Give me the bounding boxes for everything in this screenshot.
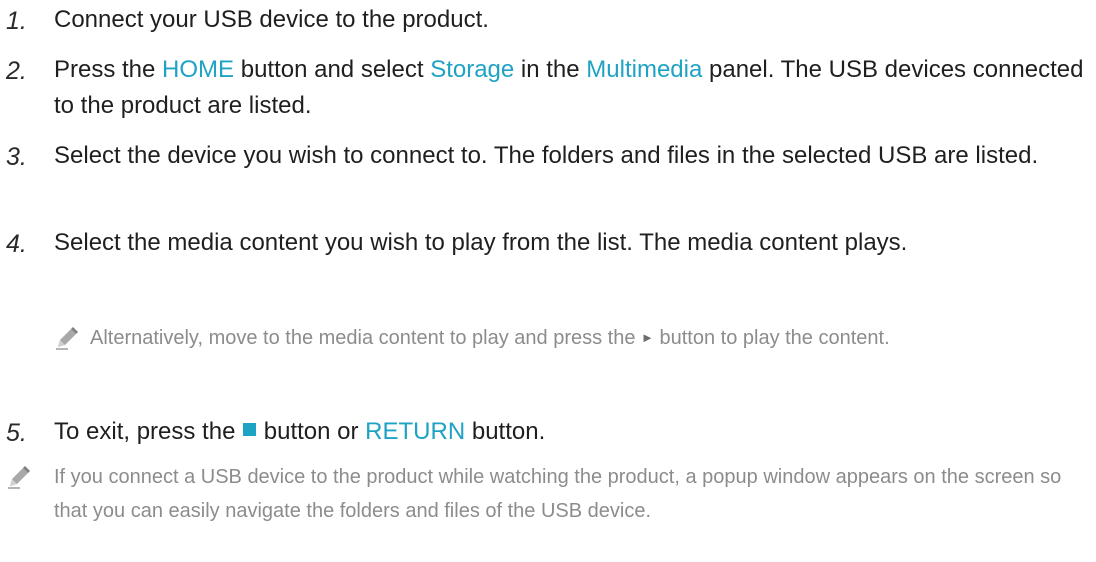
step-text: Press the HOME button and select Storage…	[54, 52, 1090, 124]
step-1: 1. Connect your USB device to the produc…	[0, 2, 1090, 42]
step-text-part: button and select	[234, 56, 431, 83]
step-number: 1.	[6, 7, 27, 35]
step-text-part: Press the	[54, 56, 163, 83]
step-4-note: Alternatively, move to the media content…	[54, 321, 1094, 393]
step-5: 5. To exit, press the button or RETURN b…	[0, 414, 1090, 454]
step-number: 2.	[6, 57, 27, 85]
step-2: 2. Press the HOME button and select Stor…	[0, 52, 1090, 128]
multimedia-label: Multimedia	[586, 56, 703, 83]
step-number: 3.	[6, 143, 27, 171]
step-text: Connect your USB device to the product.	[54, 6, 489, 33]
usb-popup-note: If you connect a USB device to the produ…	[6, 460, 1094, 562]
step-text-part: To exit, press the	[54, 418, 243, 445]
step-3: 3. Select the device you wish to connect…	[0, 138, 1090, 214]
step-4: 4. Select the media content you wish to …	[0, 225, 1090, 301]
pencil-icon	[56, 327, 78, 350]
step-text: Select the device you wish to connect to…	[54, 142, 1039, 169]
note-text: Alternatively, move to the media content…	[90, 321, 1088, 355]
step-text-part: in the	[514, 56, 587, 83]
note-text-part: Alternatively, move to the media content…	[90, 327, 642, 349]
play-icon: ►	[641, 330, 654, 345]
step-text-part: button.	[465, 418, 546, 445]
note-text-part: button to play the content.	[653, 327, 890, 349]
step-number: 4.	[6, 230, 27, 258]
stop-icon	[243, 423, 257, 436]
instruction-page: 1. Connect your USB device to the produc…	[0, 0, 1096, 562]
step-text-part: button or	[257, 418, 366, 445]
step-text: Select the media content you wish to pla…	[54, 229, 908, 256]
pencil-icon	[8, 466, 30, 489]
storage-label: Storage	[430, 56, 515, 83]
step-number: 5.	[6, 419, 27, 447]
note-text: If you connect a USB device to the produ…	[54, 466, 1062, 522]
step-text: To exit, press the button or RETURN butt…	[54, 414, 1090, 450]
home-button-label: HOME	[162, 56, 235, 83]
return-button-label: RETURN	[365, 418, 466, 445]
